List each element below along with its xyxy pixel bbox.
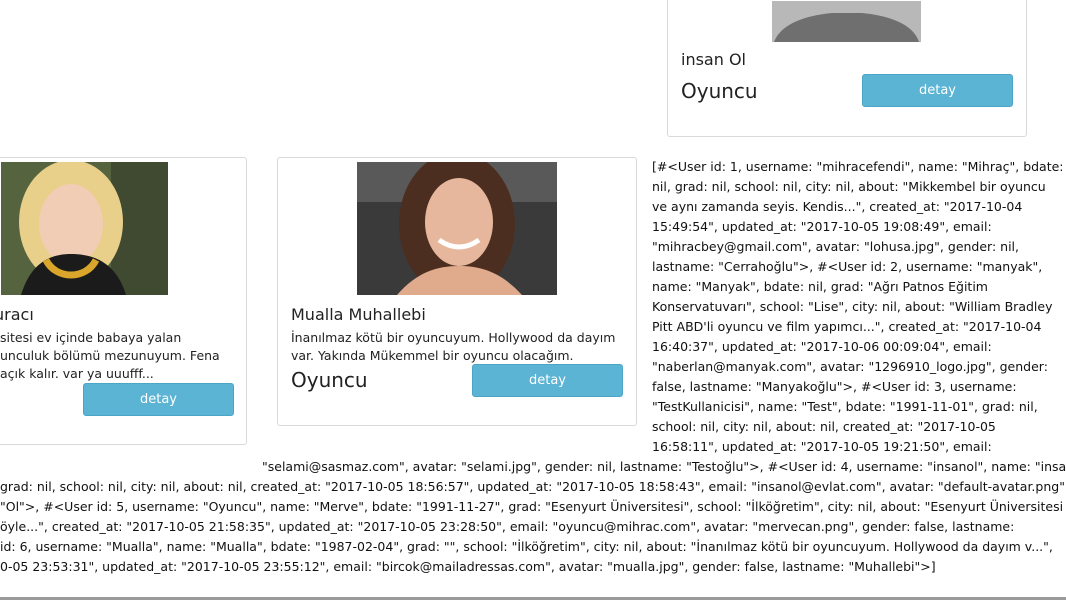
detail-button[interactable]: detay — [83, 383, 234, 416]
user-role: Oyuncu — [681, 79, 758, 103]
user-role: Oyuncu — [291, 368, 368, 392]
user-name: insan Ol — [681, 50, 746, 69]
user-name: uracı — [0, 305, 34, 324]
user-card-mualla: Mualla Muhallebi İnanılmaz kötü bir oyun… — [277, 157, 637, 426]
detail-button[interactable]: detay — [862, 74, 1013, 107]
user-photo — [357, 162, 557, 295]
user-photo — [1, 162, 168, 295]
user-name: Mualla Muhallebi — [291, 305, 426, 324]
users-debug-dump-right: [#<User id: 1, username: "mihracefendi",… — [652, 159, 1064, 454]
users-debug-dump-bottom: "selami@sasmaz.com", avatar: "selami.jpg… — [0, 459, 1066, 574]
user-card-merve: uracı sitesi ev içinde babaya yalan uncu… — [0, 157, 247, 445]
default-avatar-icon — [772, 1, 921, 42]
bottom-divider — [0, 597, 1066, 600]
detail-button[interactable]: detay — [472, 364, 623, 397]
user-about: İnanılmaz kötü bir oyuncuyum. Hollywood … — [291, 330, 616, 363]
user-about: sitesi ev içinde babaya yalan unculuk bö… — [0, 330, 220, 381]
user-card-insan-ol: insan Ol Oyuncu detay — [667, 0, 1027, 137]
